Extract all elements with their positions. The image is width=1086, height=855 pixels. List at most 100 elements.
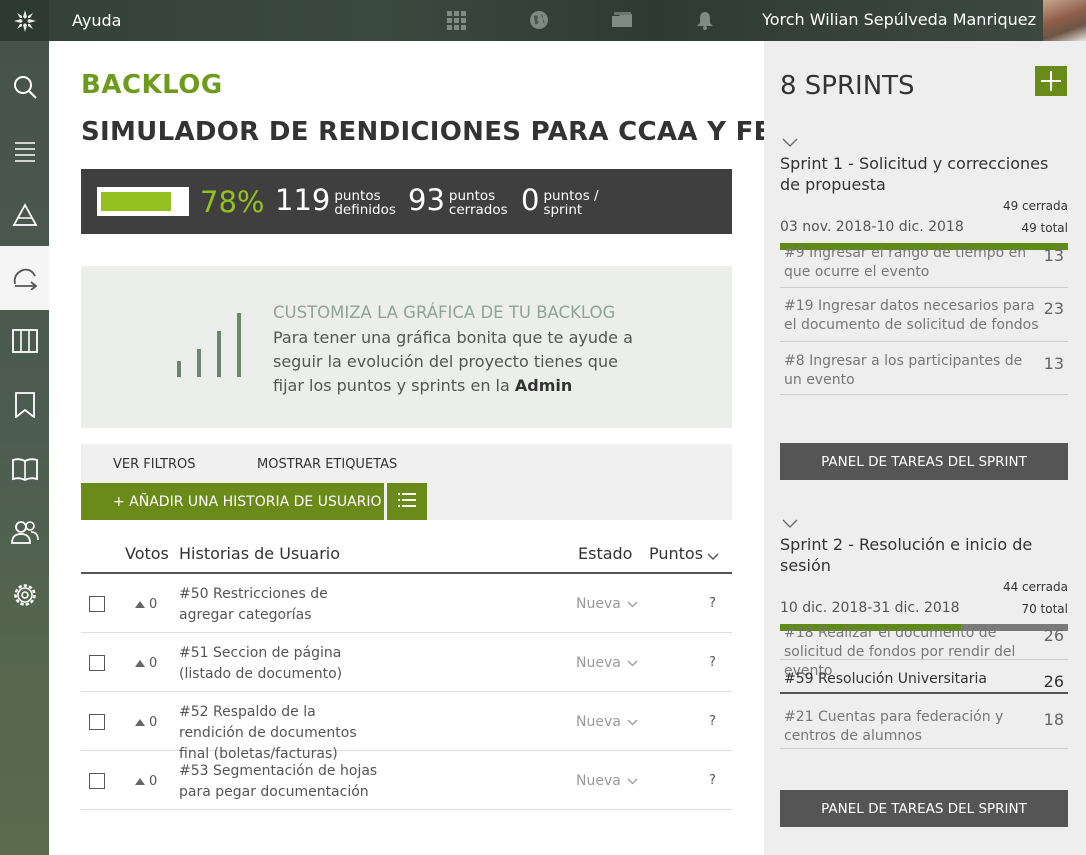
status-column-header: Estado xyxy=(578,544,633,563)
chevron-down-icon[interactable] xyxy=(782,514,798,533)
sprint-story-points: 13 xyxy=(1043,246,1064,265)
sprint-story[interactable]: #59 Resolución Universitaria 26 xyxy=(780,662,1068,694)
backlog-icon[interactable] xyxy=(0,246,49,310)
defined-points-stat: 119 puntos definidos xyxy=(275,185,396,217)
chevron-down-icon xyxy=(627,601,638,608)
chevron-down-icon[interactable] xyxy=(707,546,719,565)
closed-points-label-2: cerrados xyxy=(448,202,508,218)
add-user-story-button[interactable]: + AÑADIR UNA HISTORIA DE USUARIO xyxy=(81,483,384,520)
team-icon[interactable] xyxy=(0,500,49,564)
sprint-story[interactable]: #19 Ingresar datos necesarios para el do… xyxy=(780,289,1068,342)
backlog-main: BACKLOG SIMULADOR DE RENDICIONES PARA CC… xyxy=(49,41,851,855)
settings-icon[interactable] xyxy=(0,563,49,627)
closed-points-stat: 93 puntos cerrados xyxy=(408,185,508,217)
sprint-story[interactable]: #9 Ingresar el rango de tiempo en que oc… xyxy=(780,236,1068,288)
sprint-taskboard-button[interactable]: PANEL DE TAREAS DEL SPRINT xyxy=(780,790,1068,827)
status-dropdown[interactable]: Nueva xyxy=(576,714,638,730)
table-header: Votos Historias de Usuario Estado Puntos xyxy=(81,533,732,574)
kanban-icon[interactable] xyxy=(0,309,49,373)
show-tags-button[interactable]: MOSTRAR ETIQUETAS xyxy=(257,457,397,472)
upvote-icon[interactable] xyxy=(135,660,145,667)
row-checkbox[interactable] xyxy=(89,655,105,671)
taiga-logo-icon[interactable] xyxy=(0,0,49,41)
status-dropdown[interactable]: Nueva xyxy=(576,596,638,612)
help-link[interactable]: Ayuda xyxy=(72,11,121,30)
sprint-story-title[interactable]: #19 Ingresar datos necesarios para el do… xyxy=(784,297,1039,335)
sprint-points-stat: 0 puntos / sprint xyxy=(521,185,599,217)
status-value: Nueva xyxy=(576,714,621,730)
table-row[interactable]: 0 #52 Respaldo de la rendición de documen… xyxy=(81,692,732,762)
backlog-graph-placeholder: CUSTOMIZA LA GRÁFICA DE TU BACKLOG Para … xyxy=(81,266,732,428)
user-name[interactable]: Yorch Wilian Sepúlveda Manriquez xyxy=(762,10,1036,29)
folder-icon[interactable] xyxy=(610,8,634,32)
status-value: Nueva xyxy=(576,773,621,789)
sprint-story-points: 23 xyxy=(1043,299,1064,318)
votes-column-header[interactable]: Votos xyxy=(125,544,169,563)
search-icon[interactable] xyxy=(0,55,49,119)
backlog-toolbar: VER FILTROS MOSTRAR ETIQUETAS + AÑADIR U… xyxy=(81,444,732,520)
sprint-story-title[interactable]: #59 Resolución Universitaria xyxy=(784,670,1039,689)
bulk-add-button[interactable] xyxy=(387,483,427,520)
chevron-down-icon xyxy=(627,719,638,726)
show-filters-button[interactable]: VER FILTROS xyxy=(113,457,196,472)
closed-points-value: 93 xyxy=(408,183,445,217)
points-cell[interactable]: ? xyxy=(709,714,716,729)
row-checkbox[interactable] xyxy=(89,714,105,730)
sprint-points-value: 0 xyxy=(521,183,540,217)
sprint-name[interactable]: Sprint 1 - Solicitud y correcciones de p… xyxy=(780,153,1068,195)
votes-cell[interactable]: 0 xyxy=(135,715,157,730)
avatar[interactable] xyxy=(1043,0,1086,41)
chevron-down-icon xyxy=(627,778,638,785)
sprint-story-points: 13 xyxy=(1043,354,1064,373)
sprint-story[interactable]: #21 Cuentas para federación y centros de… xyxy=(780,700,1068,749)
sprints-panel: 8 SPRINTS Sprint 1 - Solicitud y correcc… xyxy=(764,41,1086,855)
sprint-story-title[interactable]: #9 Ingresar el rango de tiempo en que oc… xyxy=(784,244,1039,282)
row-checkbox[interactable] xyxy=(89,596,105,612)
status-dropdown[interactable]: Nueva xyxy=(576,655,638,671)
sprint-total-points: 70 total xyxy=(1021,602,1068,616)
sprint-story-title[interactable]: #21 Cuentas para federación y centros de… xyxy=(784,708,1039,746)
status-dropdown[interactable]: Nueva xyxy=(576,773,638,789)
vote-count: 0 xyxy=(149,715,158,730)
graph-description: Para tener una gráfica bonita que te ayu… xyxy=(273,328,633,395)
grid-icon[interactable] xyxy=(444,8,468,32)
stories-column-header: Historias de Usuario xyxy=(179,544,341,563)
row-checkbox[interactable] xyxy=(89,773,105,789)
chevron-down-icon[interactable] xyxy=(782,133,798,152)
completion-percent: 78% xyxy=(200,185,265,219)
sprint-story[interactable]: #8 Ingresar a los participantes de un ev… xyxy=(780,344,1068,395)
story-title[interactable]: #51 Seccion de página (listado de docume… xyxy=(179,643,379,685)
table-row[interactable]: 0 #51 Seccion de página (listado de docum… xyxy=(81,633,732,692)
globe-icon[interactable] xyxy=(527,8,551,32)
points-cell[interactable]: ? xyxy=(709,655,716,670)
upvote-icon[interactable] xyxy=(135,778,145,785)
sidebar xyxy=(0,41,49,855)
sprint-story-points: 18 xyxy=(1043,710,1064,729)
sprint-total-points: 49 total xyxy=(1021,221,1068,235)
points-cell[interactable]: ? xyxy=(709,773,716,788)
table-row[interactable]: 0 #50 Restricciones de agregar categorías… xyxy=(81,574,732,633)
upvote-icon[interactable] xyxy=(135,601,145,608)
sprint-taskboard-button[interactable]: PANEL DE TAREAS DEL SPRINT xyxy=(780,443,1068,480)
points-cell[interactable]: ? xyxy=(709,596,716,611)
votes-cell[interactable]: 0 xyxy=(135,656,157,671)
progress-bar-fill xyxy=(101,192,171,211)
story-title[interactable]: #50 Restricciones de agregar categorías xyxy=(179,584,379,626)
admin-link[interactable]: Admin xyxy=(515,376,572,395)
epics-icon[interactable] xyxy=(0,183,49,247)
story-title[interactable]: #53 Segmentación de hojas para pegar doc… xyxy=(179,761,379,803)
table-row[interactable]: 0 #53 Segmentación de hojas para pegar do… xyxy=(81,751,732,810)
sprint-story-title[interactable]: #8 Ingresar a los participantes de un ev… xyxy=(784,352,1039,390)
bookmark-icon[interactable] xyxy=(0,373,49,437)
sprint-story[interactable]: #18 Realizar el documento de solicitud d… xyxy=(780,616,1068,679)
sprint-dates: 10 dic. 2018-31 dic. 2018 xyxy=(780,600,960,616)
upvote-icon[interactable] xyxy=(135,719,145,726)
bell-icon[interactable] xyxy=(693,8,717,32)
list-icon[interactable] xyxy=(0,119,49,183)
add-sprint-button[interactable] xyxy=(1035,66,1067,96)
votes-cell[interactable]: 0 xyxy=(135,597,157,612)
wiki-icon[interactable] xyxy=(0,437,49,501)
votes-cell[interactable]: 0 xyxy=(135,774,157,789)
points-column-header[interactable]: Puntos xyxy=(649,544,703,563)
sprint-name[interactable]: Sprint 2 - Resolución e inicio de sesión xyxy=(780,534,1068,576)
